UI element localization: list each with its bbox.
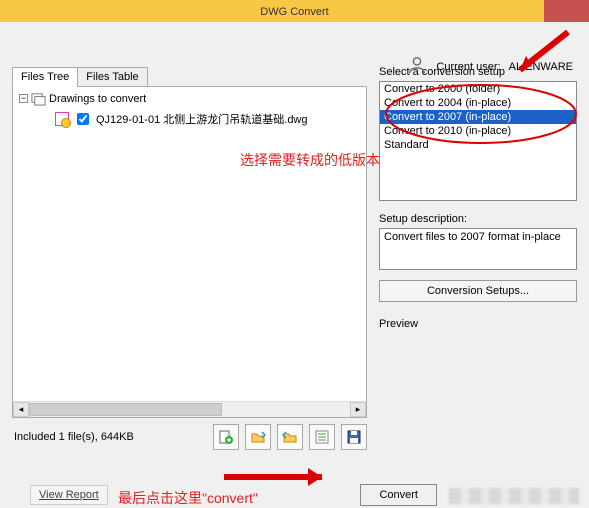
tab-files-table[interactable]: Files Table <box>77 67 147 87</box>
drawings-icon <box>31 91 46 106</box>
dwg-file-icon <box>55 112 69 126</box>
current-user-name: ALIENWARE <box>509 61 573 73</box>
window-title: DWG Convert <box>260 6 328 18</box>
check-list-button[interactable] <box>309 424 335 450</box>
save-button[interactable] <box>341 424 367 450</box>
open-list-button[interactable] <box>245 424 271 450</box>
blurred-region <box>449 488 579 504</box>
desc-label: Setup description: <box>379 213 577 225</box>
setup-option[interactable]: Convert to 2010 (in-place) <box>380 124 576 138</box>
scroll-left-button[interactable]: ◂ <box>13 402 29 417</box>
collapse-icon[interactable]: − <box>19 94 28 103</box>
add-file-button[interactable] <box>213 424 239 450</box>
horizontal-scrollbar[interactable]: ◂ ▸ <box>13 401 366 417</box>
file-include-checkbox[interactable] <box>77 113 89 125</box>
setup-option-selected[interactable]: Convert to 2007 (in-place) <box>380 110 576 124</box>
scroll-right-button[interactable]: ▸ <box>350 402 366 417</box>
current-user-label: Current user: <box>436 61 500 73</box>
setup-option[interactable]: Standard <box>380 138 576 152</box>
scroll-track[interactable] <box>29 402 350 417</box>
setup-description-box: Convert files to 2007 format in-place <box>379 228 577 270</box>
conversion-setup-listbox[interactable]: Convert to 2000 (folder) Convert to 2004… <box>379 81 577 201</box>
save-list-button[interactable] <box>277 424 303 450</box>
conversion-setups-button[interactable]: Conversion Setups... <box>379 280 577 302</box>
tree-root-label: Drawings to convert <box>49 93 146 105</box>
setup-description-text: Convert files to 2007 format in-place <box>384 231 561 243</box>
files-tree-panel: − Drawings to convert QJ129-01-01 北侧上游龙门… <box>12 86 367 418</box>
tree-file-name: QJ129-01-01 北侧上游龙门吊轨道基础.dwg <box>96 111 308 127</box>
setup-option[interactable]: Convert to 2004 (in-place) <box>380 96 576 110</box>
tree-root-row[interactable]: − Drawings to convert <box>19 91 360 106</box>
tab-files-tree[interactable]: Files Tree <box>12 67 78 87</box>
status-included-files: Included 1 file(s), 644KB <box>12 431 207 443</box>
title-bar: DWG Convert <box>0 0 589 22</box>
files-tabstrip: Files Tree Files Table <box>12 67 367 87</box>
current-user-bar: Current user: ALIENWARE <box>406 54 573 79</box>
view-report-button[interactable]: View Report <box>30 485 108 505</box>
convert-button[interactable]: Convert <box>360 484 437 506</box>
close-button[interactable] <box>544 0 589 22</box>
setup-option[interactable]: Convert to 2000 (folder) <box>380 82 576 96</box>
scroll-thumb[interactable] <box>29 403 222 416</box>
tree-file-row[interactable]: QJ129-01-01 北侧上游龙门吊轨道基础.dwg <box>55 110 360 128</box>
user-icon <box>406 54 428 79</box>
preview-label: Preview <box>379 318 577 330</box>
